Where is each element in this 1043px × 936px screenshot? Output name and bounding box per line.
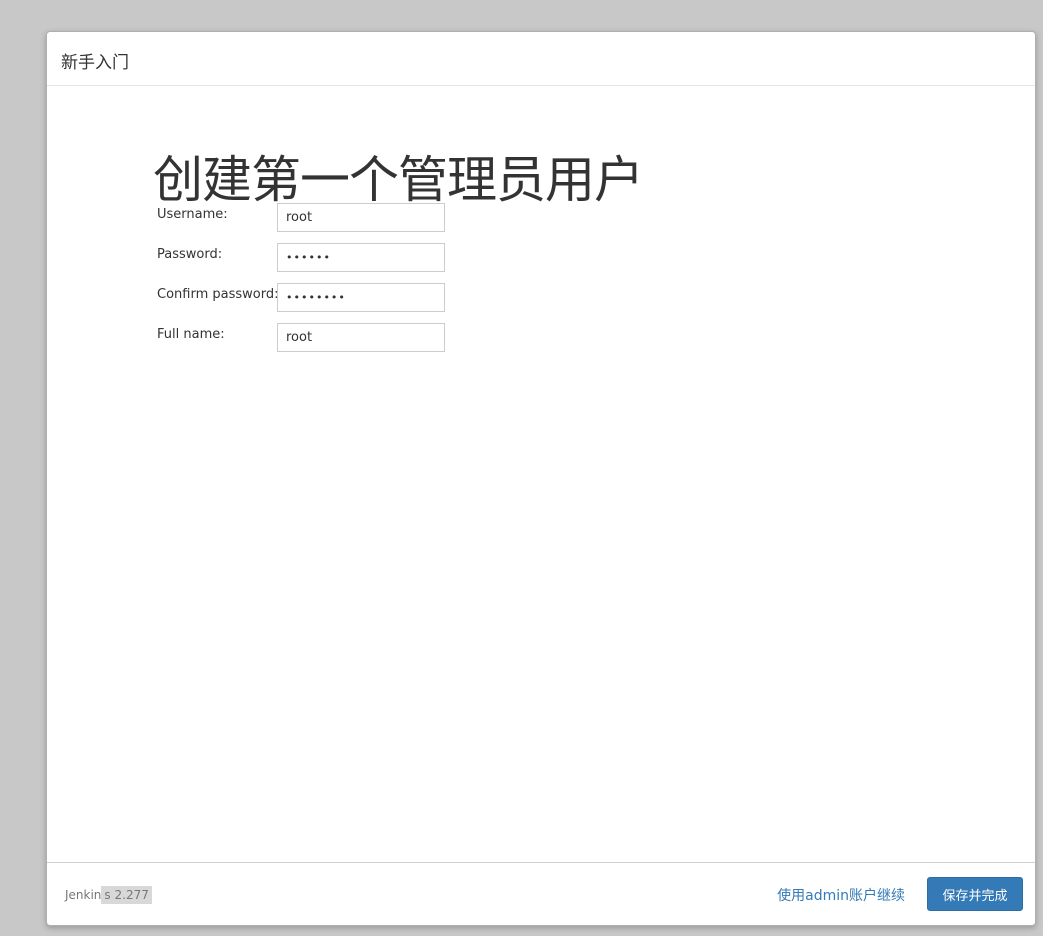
continue-as-admin-link[interactable]: 使用admin账户继续 — [777, 885, 905, 905]
dialog-header: 新手入门 — [47, 32, 1035, 86]
dialog-footer: Jenkin s 2.277 使用admin账户继续 保存并完成 — [47, 862, 1035, 925]
page-heading: 创建第一个管理员用户 — [153, 151, 644, 209]
full-name-label: Full name: — [157, 327, 225, 342]
dialog-title: 新手入门 — [61, 53, 129, 73]
setup-wizard-dialog: 新手入门 创建第一个管理员用户 Username: Password: Conf… — [46, 31, 1036, 926]
full-name-row: Full name: — [157, 323, 457, 353]
password-label: Password: — [157, 247, 223, 262]
version-prefix: Jenkin — [65, 888, 102, 902]
username-row: Username: — [157, 203, 457, 233]
confirm-password-label: Confirm password: — [157, 287, 279, 302]
confirm-password-input[interactable] — [277, 283, 445, 312]
jenkins-version: Jenkin s 2.277 — [65, 886, 152, 904]
username-label: Username: — [157, 207, 228, 222]
username-input[interactable] — [277, 203, 445, 232]
confirm-password-row: Confirm password: — [157, 283, 457, 313]
password-row: Password: — [157, 243, 457, 273]
version-number: s 2.277 — [101, 886, 152, 904]
password-input[interactable] — [277, 243, 445, 272]
full-name-input[interactable] — [277, 323, 445, 352]
save-and-finish-button[interactable]: 保存并完成 — [927, 877, 1023, 911]
